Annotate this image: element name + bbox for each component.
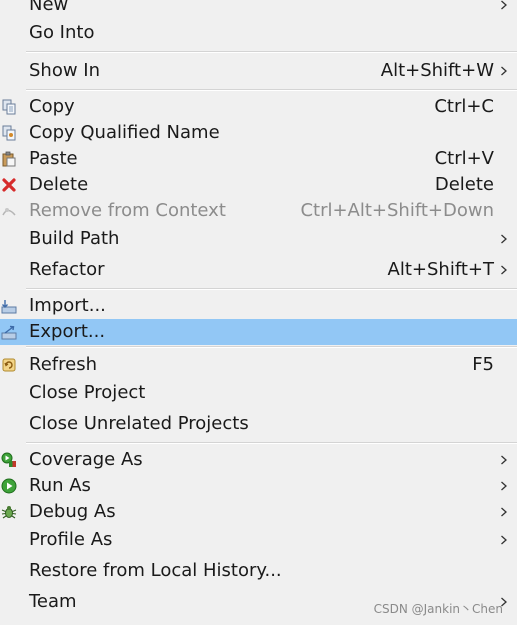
menu-item-shortcut: Ctrl+V	[434, 148, 494, 169]
chevron-right-icon	[501, 66, 507, 76]
menu-item-label: Copy Qualified Name	[29, 122, 220, 143]
chevron-right-icon	[501, 481, 507, 491]
menu-item-new[interactable]: New	[0, 0, 517, 18]
chevron-right-icon	[501, 234, 507, 244]
menu-item-label: Export...	[29, 321, 106, 342]
menu-item-shortcut: Alt+Shift+T	[387, 259, 494, 280]
menu-item-shortcut: Delete	[434, 174, 494, 195]
menu-item-copy[interactable]: Copy Ctrl+C	[0, 94, 517, 120]
menu-item-shortcut: F5	[472, 354, 494, 375]
coverage-icon	[0, 451, 18, 469]
menu-item-label: Paste	[29, 148, 78, 169]
run-icon	[0, 477, 18, 495]
menu-item-delete[interactable]: Delete Delete	[0, 172, 517, 198]
copy-icon	[0, 98, 18, 116]
chevron-right-icon	[501, 455, 507, 465]
menu-item-go-into[interactable]: Go Into	[0, 20, 517, 46]
menu-item-run-as[interactable]: Run As	[0, 473, 517, 499]
copy-qualified-name-icon	[0, 124, 18, 142]
menu-item-debug-as[interactable]: Debug As	[0, 499, 517, 525]
menu-item-restore-from-local-history[interactable]: Restore from Local History...	[0, 558, 517, 584]
menu-item-label: Delete	[29, 174, 89, 195]
menu-item-label: Copy	[29, 96, 75, 117]
refresh-icon	[0, 356, 18, 374]
debug-icon	[0, 503, 18, 521]
export-icon	[0, 323, 18, 341]
watermark: CSDN @Jankin丶Chen	[373, 602, 503, 616]
remove-from-context-icon	[0, 202, 18, 220]
menu-item-label: Refresh	[29, 354, 97, 375]
menu-item-paste[interactable]: Paste Ctrl+V	[0, 146, 517, 172]
separator-highlight	[26, 443, 517, 444]
menu-item-shortcut: Alt+Shift+W	[380, 60, 494, 81]
menu-item-copy-qualified-name[interactable]: Copy Qualified Name	[0, 120, 517, 146]
chevron-right-icon	[501, 0, 507, 10]
menu-item-label: Import...	[29, 295, 106, 316]
menu-item-refactor[interactable]: Refactor Alt+Shift+T	[0, 257, 517, 283]
menu-item-coverage-as[interactable]: Coverage As	[0, 447, 517, 473]
menu-item-label: Profile As	[29, 529, 113, 550]
menu-item-label: Close Project	[29, 382, 146, 403]
menu-item-build-path[interactable]: Build Path	[0, 226, 517, 252]
delete-icon	[0, 176, 18, 194]
menu-item-profile-as[interactable]: Profile As	[0, 527, 517, 553]
menu-item-refresh[interactable]: Refresh F5	[0, 352, 517, 378]
menu-item-show-in[interactable]: Show In Alt+Shift+W	[0, 58, 517, 84]
menu-item-label: Run As	[29, 475, 91, 496]
chevron-right-icon	[501, 535, 507, 545]
menu-item-shortcut: Ctrl+Alt+Shift+Down	[300, 200, 494, 221]
menu-item-export[interactable]: Export...	[0, 319, 517, 345]
separator-highlight	[26, 52, 517, 53]
separator-highlight	[26, 347, 517, 348]
menu-item-label: New	[29, 0, 69, 15]
menu-item-label: Restore from Local History...	[29, 560, 282, 581]
menu-item-label: Close Unrelated Projects	[29, 413, 249, 434]
chevron-right-icon	[501, 507, 507, 517]
menu-item-import[interactable]: Import...	[0, 293, 517, 319]
menu-item-label: Go Into	[29, 22, 95, 43]
context-menu: New Go Into Show In Alt+Shift+W Copy Ctr…	[0, 0, 517, 625]
menu-item-label: Remove from Context	[29, 200, 226, 221]
separator-highlight	[26, 289, 517, 290]
paste-icon	[0, 150, 18, 168]
import-icon	[0, 297, 18, 315]
menu-item-label: Refactor	[29, 259, 105, 280]
chevron-right-icon	[501, 265, 507, 275]
menu-item-label: Show In	[29, 60, 101, 81]
menu-item-close-unrelated-projects[interactable]: Close Unrelated Projects	[0, 411, 517, 437]
menu-item-label: Team	[29, 591, 77, 612]
menu-item-label: Coverage As	[29, 449, 143, 470]
menu-item-close-project[interactable]: Close Project	[0, 380, 517, 406]
menu-item-label: Debug As	[29, 501, 116, 522]
separator-highlight	[26, 90, 517, 91]
menu-item-label: Build Path	[29, 228, 120, 249]
menu-item-remove-from-context: Remove from Context Ctrl+Alt+Shift+Down	[0, 198, 517, 224]
menu-item-shortcut: Ctrl+C	[434, 96, 494, 117]
